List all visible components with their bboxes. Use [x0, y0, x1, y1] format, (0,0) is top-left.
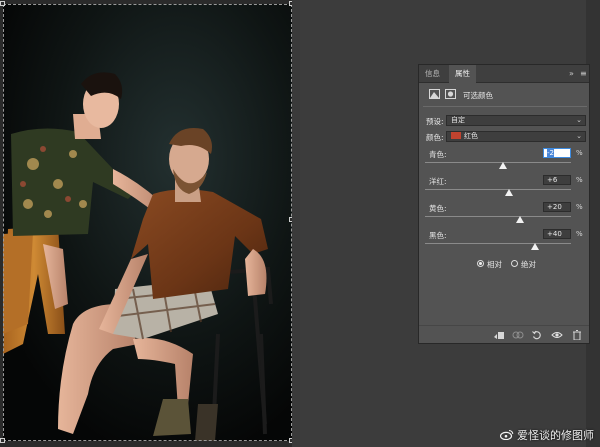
colors-value: 红色	[464, 132, 478, 140]
yellow-value-input[interactable]: +20	[543, 202, 571, 212]
black-slider-thumb[interactable]	[531, 243, 539, 250]
black-value-input[interactable]: +40	[543, 229, 571, 239]
black-slider-track[interactable]	[425, 243, 571, 244]
magenta-unit: %	[576, 176, 583, 184]
trash-icon[interactable]	[571, 330, 583, 341]
panel-tabbar: 信息 属性 » ≡	[419, 65, 589, 83]
layer-mask-icon[interactable]	[445, 89, 456, 99]
yellow-slider-track[interactable]	[425, 216, 571, 217]
preset-label: 预设:	[426, 117, 444, 126]
magenta-slider-track[interactable]	[425, 189, 571, 190]
photo-canvas[interactable]	[3, 4, 292, 441]
transform-handle-bl[interactable]	[0, 438, 5, 443]
magenta-slider-thumb[interactable]	[505, 189, 513, 196]
panel-menu-icon[interactable]: ≡	[580, 65, 587, 83]
black-unit: %	[576, 230, 583, 238]
collapse-panel-icon[interactable]: »	[569, 65, 574, 83]
black-label: 黑色:	[429, 231, 447, 240]
clip-to-layer-icon[interactable]	[493, 330, 505, 340]
adjustment-title: 可选颜色	[463, 91, 493, 100]
watermark: 爱怪谈的修图师	[499, 427, 594, 443]
tab-properties[interactable]: 属性	[449, 65, 476, 83]
cyan-slider-track[interactable]	[425, 162, 571, 163]
chevron-down-icon: ⌄	[576, 116, 582, 124]
visibility-icon[interactable]	[551, 330, 563, 340]
weibo-logo-icon	[499, 429, 514, 441]
photo-image	[3, 4, 292, 441]
color-swatch	[451, 132, 461, 139]
chevron-down-icon: ⌄	[576, 132, 582, 140]
absolute-radio[interactable]	[511, 260, 518, 267]
cyan-label: 青色:	[429, 150, 447, 159]
magenta-label: 洋红:	[429, 177, 447, 186]
panel-divider	[423, 106, 587, 107]
relative-radio[interactable]	[477, 260, 484, 267]
preset-dropdown[interactable]: 自定 ⌄	[446, 115, 586, 126]
reset-icon[interactable]	[531, 330, 543, 340]
transform-handle-tl[interactable]	[0, 1, 5, 6]
magenta-value-input[interactable]: +6	[543, 175, 571, 185]
yellow-label: 黄色:	[429, 204, 447, 213]
colors-label: 颜色:	[426, 133, 444, 142]
watermark-text: 爱怪谈的修图师	[517, 429, 594, 442]
tab-info[interactable]: 信息	[419, 65, 446, 83]
adjustment-title-row: 可选颜色	[419, 85, 589, 103]
absolute-label: 绝对	[521, 260, 536, 269]
selective-color-adjustment-icon	[429, 89, 440, 99]
cyan-slider-thumb[interactable]	[499, 162, 507, 169]
view-previous-icon[interactable]	[512, 330, 524, 340]
relative-label: 相对	[487, 260, 502, 269]
panel-footer	[419, 325, 589, 343]
properties-panel: 信息 属性 » ≡ 可选颜色 预设: 自定 ⌄ 颜色: 红色 ⌄ 青色: -2 …	[418, 64, 590, 344]
canvas-edge	[292, 0, 300, 447]
colors-dropdown[interactable]: 红色 ⌄	[446, 131, 586, 142]
cyan-value-input[interactable]: -2	[543, 148, 571, 158]
preset-value: 自定	[451, 116, 465, 124]
yellow-unit: %	[576, 203, 583, 211]
yellow-slider-thumb[interactable]	[516, 216, 524, 223]
cyan-unit: %	[576, 149, 583, 157]
